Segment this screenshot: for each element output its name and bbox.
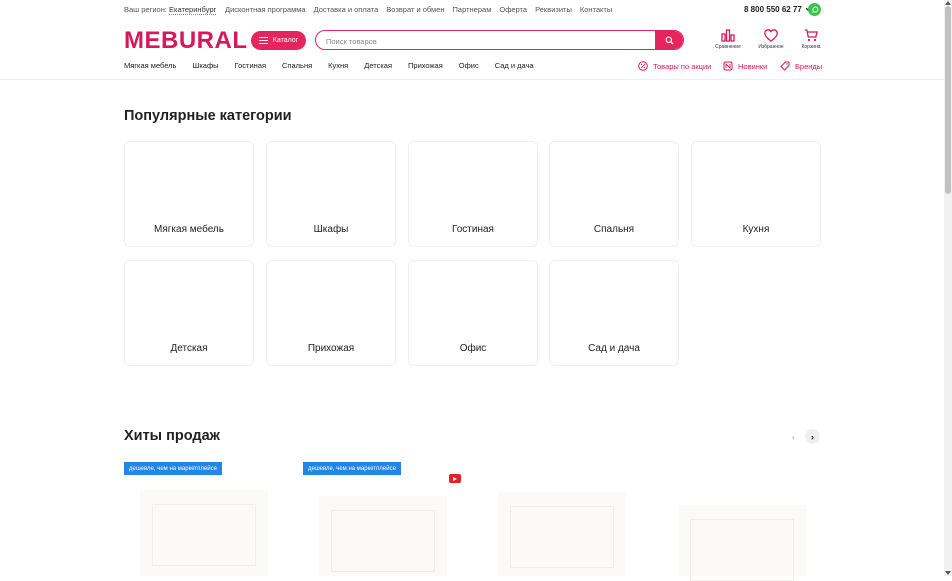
- marketplace-badge: дешевле, чем на маркетплейсе: [303, 462, 401, 475]
- category-card-hallway[interactable]: Прихожая: [266, 260, 396, 366]
- percent-icon: [638, 61, 648, 71]
- hits-carousel-nav: ‹ ›: [786, 429, 820, 444]
- nav-item-kids[interactable]: Детская: [364, 61, 392, 70]
- promo-link-new[interactable]: Новинки: [723, 61, 767, 71]
- scroll-down-arrow-icon[interactable]: [945, 571, 951, 575]
- category-label: Шкафы: [313, 224, 349, 235]
- phone-dropdown[interactable]: 8 800 550 62 77: [744, 5, 812, 14]
- cart-label: Корзина: [801, 44, 821, 50]
- catalog-label: Каталог: [272, 37, 299, 44]
- catalog-button[interactable]: Каталог: [251, 31, 306, 50]
- region-selector[interactable]: Ваш регион: Екатеринбург: [124, 5, 217, 15]
- category-card-bedroom[interactable]: Спальня: [549, 141, 679, 247]
- youtube-icon[interactable]: [449, 474, 461, 483]
- cart-icon: [804, 29, 818, 42]
- cart-button[interactable]: Корзина: [793, 29, 829, 50]
- category-label: Сад и дача: [588, 343, 640, 354]
- burger-icon: [258, 37, 268, 44]
- link-offer[interactable]: Оферта: [499, 5, 527, 14]
- region-label: Ваш регион:: [124, 5, 167, 14]
- whatsapp-icon[interactable]: [808, 3, 821, 16]
- category-card-living-room[interactable]: Гостиная: [408, 141, 538, 247]
- nav-item-living-room[interactable]: Гостиная: [235, 61, 266, 70]
- region-city-link[interactable]: Екатеринбург: [169, 5, 217, 15]
- promo-label-new: Новинки: [738, 61, 768, 71]
- logo[interactable]: MEBURAL: [124, 29, 248, 53]
- nav-item-hallway[interactable]: Прихожая: [408, 61, 443, 70]
- category-label: Мягкая мебель: [154, 224, 224, 235]
- category-card-garden[interactable]: Сад и дача: [549, 260, 679, 366]
- search-icon: [664, 35, 674, 45]
- chevron-right-icon: ›: [811, 431, 814, 442]
- search-bar: [315, 30, 684, 50]
- scroll-up-arrow-icon[interactable]: [945, 1, 951, 5]
- promo-label-brands: Бренды: [795, 61, 823, 71]
- category-card-kids[interactable]: Детская: [124, 260, 254, 366]
- search-input[interactable]: [324, 31, 658, 49]
- heart-icon: [764, 29, 778, 42]
- phone-number: 8 800 550 62 77: [744, 5, 802, 14]
- link-delivery[interactable]: Доставка и оплата: [314, 5, 379, 14]
- product-image[interactable]: [140, 490, 268, 576]
- link-requisites[interactable]: Реквизиты: [535, 5, 572, 14]
- product-image[interactable]: [678, 505, 806, 581]
- new-icon: [723, 61, 733, 71]
- compare-button[interactable]: Сравнение: [710, 29, 746, 50]
- carousel-next-button[interactable]: ›: [805, 429, 820, 444]
- carousel-prev-button[interactable]: ‹: [786, 429, 801, 444]
- product-image[interactable]: [319, 496, 447, 576]
- category-card-kitchen[interactable]: Кухня: [691, 141, 821, 247]
- nav-item-office[interactable]: Офис: [459, 61, 479, 70]
- nav-item-wardrobes[interactable]: Шкафы: [192, 61, 218, 70]
- nav-item-bedroom[interactable]: Спальня: [282, 61, 312, 70]
- product-image[interactable]: [498, 492, 626, 576]
- hits-title: Хиты продаж: [124, 428, 220, 444]
- link-return[interactable]: Возврат и обмен: [386, 5, 444, 14]
- nav-item-soft-furniture[interactable]: Мягкая мебель: [124, 61, 176, 70]
- top-links: Дисконтная программа Доставка и оплата В…: [225, 5, 612, 14]
- nav-item-kitchen[interactable]: Кухня: [328, 61, 348, 70]
- promo-label-sale: Товары по акции: [653, 61, 712, 71]
- link-partners[interactable]: Партнерам: [453, 5, 492, 14]
- category-label: Прихожая: [307, 343, 355, 354]
- top-bar: Ваш регион: Екатеринбург Дисконтная прог…: [0, 0, 944, 20]
- category-label: Офис: [459, 343, 487, 354]
- favorites-button[interactable]: Избранное: [753, 29, 789, 50]
- category-label: Гостиная: [452, 224, 494, 235]
- compare-icon: [721, 29, 735, 42]
- category-label: Детская: [170, 343, 208, 354]
- search-button[interactable]: [655, 31, 683, 49]
- category-label: Спальня: [593, 224, 635, 235]
- nav-item-garden[interactable]: Сад и дача: [495, 61, 534, 70]
- marketplace-badge: дешевле, чем на маркетплейсе: [124, 462, 222, 475]
- category-card-wardrobes[interactable]: Шкафы: [266, 141, 396, 247]
- link-contacts[interactable]: Контакты: [580, 5, 612, 14]
- page-scrollbar[interactable]: [944, 0, 952, 576]
- category-label: Кухня: [742, 224, 770, 235]
- link-discount[interactable]: Дисконтная программа: [225, 5, 306, 14]
- scrollbar-thumb[interactable]: [945, 6, 951, 194]
- chevron-left-icon: ‹: [792, 431, 795, 442]
- header-divider: [0, 79, 944, 80]
- category-card-office[interactable]: Офис: [408, 260, 538, 366]
- favorites-label: Избранное: [758, 44, 784, 50]
- promo-link-brands[interactable]: Бренды: [780, 61, 822, 71]
- category-card-soft-furniture[interactable]: Мягкая мебель: [124, 141, 254, 247]
- compare-label: Сравнение: [715, 44, 741, 50]
- promo-link-sale[interactable]: Товары по акции: [638, 61, 711, 71]
- popular-categories-title: Популярные категории: [124, 108, 292, 124]
- tag-icon: [780, 61, 790, 71]
- main-nav: Мягкая мебель Шкафы Гостиная Спальня Кух…: [124, 61, 550, 70]
